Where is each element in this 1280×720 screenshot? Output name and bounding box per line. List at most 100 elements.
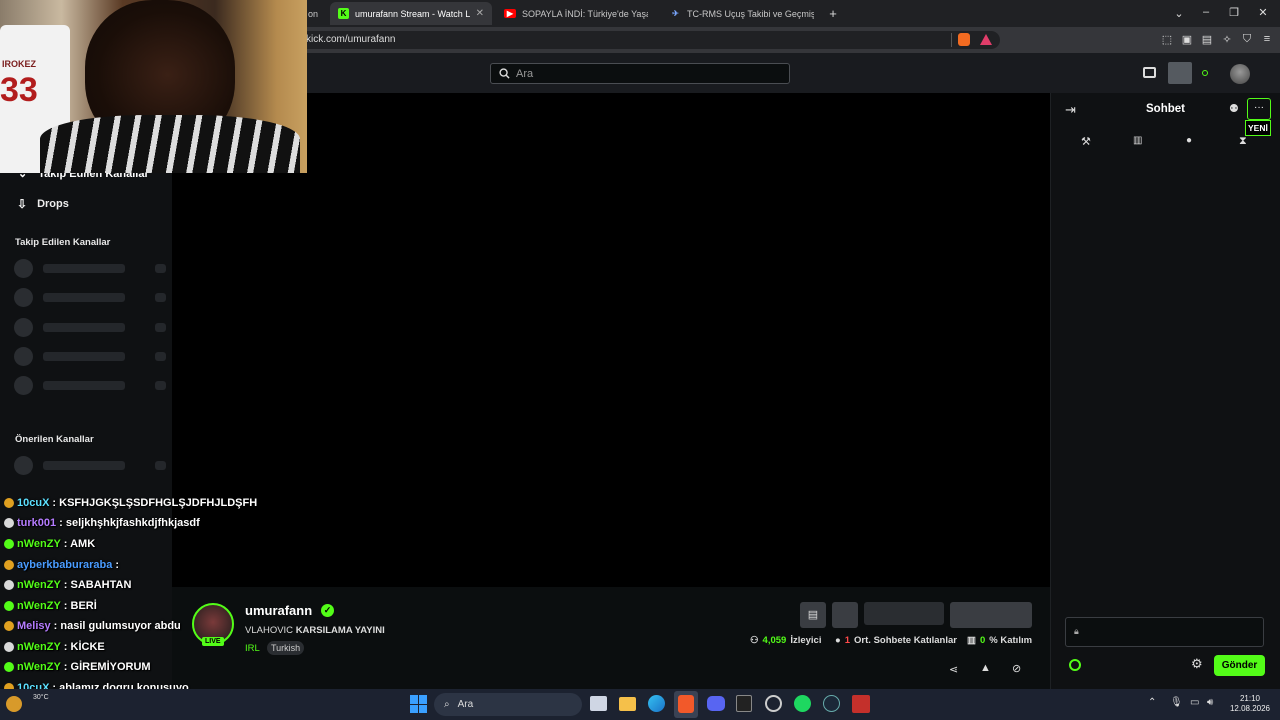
chat-message-input[interactable]: 🔒︎ [1065,617,1264,647]
category-link[interactable]: IRL [245,643,260,654]
skeleton-row [14,259,166,278]
clock[interactable]: 21:10 12.08.2026 [1228,694,1272,714]
follow-button[interactable] [864,602,944,625]
drops-icon: ⇩ [17,197,28,211]
chat-more-button[interactable]: ··· [1247,98,1271,120]
brave-rewards-icon[interactable] [980,34,992,45]
language-tag[interactable]: Turkish [267,641,305,655]
inbox-icon[interactable] [1143,67,1156,78]
chat-username: nWenZY [17,600,61,612]
verified-icon: ✓ [321,604,334,617]
chat-settings-gear-icon[interactable]: ⚙ [1191,656,1203,672]
chat-username: nWenZY [17,641,61,653]
tray-expand-icon[interactable]: ⌃ [1148,697,1156,708]
overlay-chat-message: Melisy: nasil gulumsuyor abdu [4,616,181,636]
chat-panel: ⇥ Sohbet ⚉ ··· YENİ ⚒ ▥ ● ⧗ 🔒︎ ⚙ Gönder [1050,93,1280,689]
volume-icon[interactable]: 🔊︎ [1207,697,1213,708]
gift-button[interactable] [832,602,858,628]
clock-time: 21:10 [1239,694,1261,703]
skeleton-row [14,288,166,307]
trash-icon[interactable]: ▥ [1133,135,1142,146]
sidebar-item-drops[interactable]: ⇩ Drops [17,197,69,211]
extensions-icon[interactable]: ⬚ [1160,33,1174,46]
brave-icon[interactable] [678,695,694,713]
participation-label: % Katılım [989,635,1033,646]
tab-label: TC-RMS Uçuş Takibi ve Geçmişi - Flig [687,8,814,19]
stream-info-panel: LIVE umurafann ✓ VLAHOVIC KARSILAMA YAYI… [172,587,1050,689]
user-avatar[interactable] [1230,64,1250,84]
app-icon[interactable] [765,695,782,712]
search-input[interactable]: Ara [490,63,790,84]
chat-username: ayberkbaburaraba [17,559,113,571]
viewers-label: İzleyici [790,635,822,646]
emote-icon[interactable] [1069,659,1081,671]
url-field[interactable]: kick.com/umurafann [296,31,1000,49]
steam-icon[interactable] [823,695,840,712]
wallet-icon[interactable]: ▤ [1200,33,1214,46]
file-explorer-icon[interactable] [619,697,636,711]
streamer-name[interactable]: umurafann [245,603,312,618]
tab-kick-active[interactable]: K umurafann Stream - Watch Live ✕ [330,2,492,25]
stream-title-rest: KARSILAMA YAYINI [295,625,385,636]
sidebar-toggle-icon[interactable]: ▣ [1180,33,1194,46]
share-icon[interactable]: ⋖ [949,663,958,676]
stream-title: VLAHOVIC KARSILAMA YAYINI [245,625,385,636]
recommended-section-title: Önerilen Kanallar [15,434,94,445]
chat-badge-icon [4,498,14,508]
new-tab-icon[interactable]: + [826,6,840,21]
user-list-icon[interactable]: ⚉ [1229,102,1239,115]
overlay-chat-message: turk001: seljkhşhkjfashkdjfhkjasdf [4,513,200,533]
discord-icon[interactable] [707,696,725,711]
close-tab-icon[interactable]: ✕ [476,8,484,19]
weather-icon[interactable] [6,696,22,712]
chat-username: nWenZY [17,538,61,550]
menu-icon[interactable]: ≡ [1260,33,1274,45]
maximize-icon[interactable]: ❐ [1227,6,1241,19]
app-red-icon[interactable] [852,695,870,713]
clip-button[interactable]: ▤ [800,602,826,628]
edge-icon[interactable] [648,695,665,712]
divider [951,33,952,47]
report-icon[interactable]: ▲ [980,662,991,674]
skeleton-row [14,318,166,337]
chat-badge-icon [4,621,14,631]
minimize-icon[interactable]: – [1199,6,1213,18]
subscribe-button[interactable] [950,602,1032,628]
skeleton-row [14,347,166,366]
taskbar-search[interactable]: ⌕ Ara [434,693,582,716]
tab-youtube[interactable]: ▶ SOPAYLA İNDİ: Türkiye'de Yaşanan M [496,2,662,25]
chat-message-text: : nasil gulumsuyor abdu [53,620,181,632]
tab-flight[interactable]: ✈ TC-RMS Uçuş Takibi ve Geçmişi - Flig [662,2,822,25]
chat-badge-icon [4,560,14,570]
hourglass-icon[interactable]: ⧗ [1239,135,1247,148]
vpn-icon[interactable]: ⛉ [1240,33,1254,46]
lock-icon: 🔒︎ [1074,626,1079,636]
send-button[interactable]: Gönder [1214,655,1265,676]
chat-username: turk001 [17,517,57,529]
tab-label: on [308,8,319,19]
chat-username: Melisy [17,620,51,632]
notifications-button[interactable] [1168,62,1192,84]
chat-badge-icon [4,518,14,528]
network-icon[interactable]: ▭ [1190,697,1199,708]
chat-message-text: : AMK [63,538,96,550]
chat-bubble-icon[interactable]: ● [1186,135,1192,146]
overlay-chat-message: nWenZY: AMK [4,534,95,554]
kick-favicon-icon: K [338,8,349,19]
leo-icon[interactable]: ✧ [1220,33,1234,46]
chat-message-text: : SABAHTAN [63,579,132,591]
hammer-icon[interactable]: ⚒ [1081,135,1091,148]
chart-icon: ▥ [967,635,976,646]
chat-message-text: : KİCKE [63,641,105,653]
windows-start-icon[interactable] [410,695,428,713]
microphone-icon[interactable]: 🎙︎ [1170,697,1183,708]
spotify-icon[interactable] [794,695,811,712]
tab-list-icon[interactable]: ⌄ [1172,7,1186,20]
epic-games-icon[interactable] [736,695,752,712]
close-window-icon[interactable]: ✕ [1256,6,1270,19]
tab-label: umurafann Stream - Watch Live [355,8,470,19]
hide-icon[interactable]: ⊘ [1012,662,1021,675]
brave-shield-icon[interactable] [958,33,970,46]
collapse-chat-icon[interactable]: ⇥ [1065,102,1076,118]
task-view-icon[interactable] [590,696,607,711]
